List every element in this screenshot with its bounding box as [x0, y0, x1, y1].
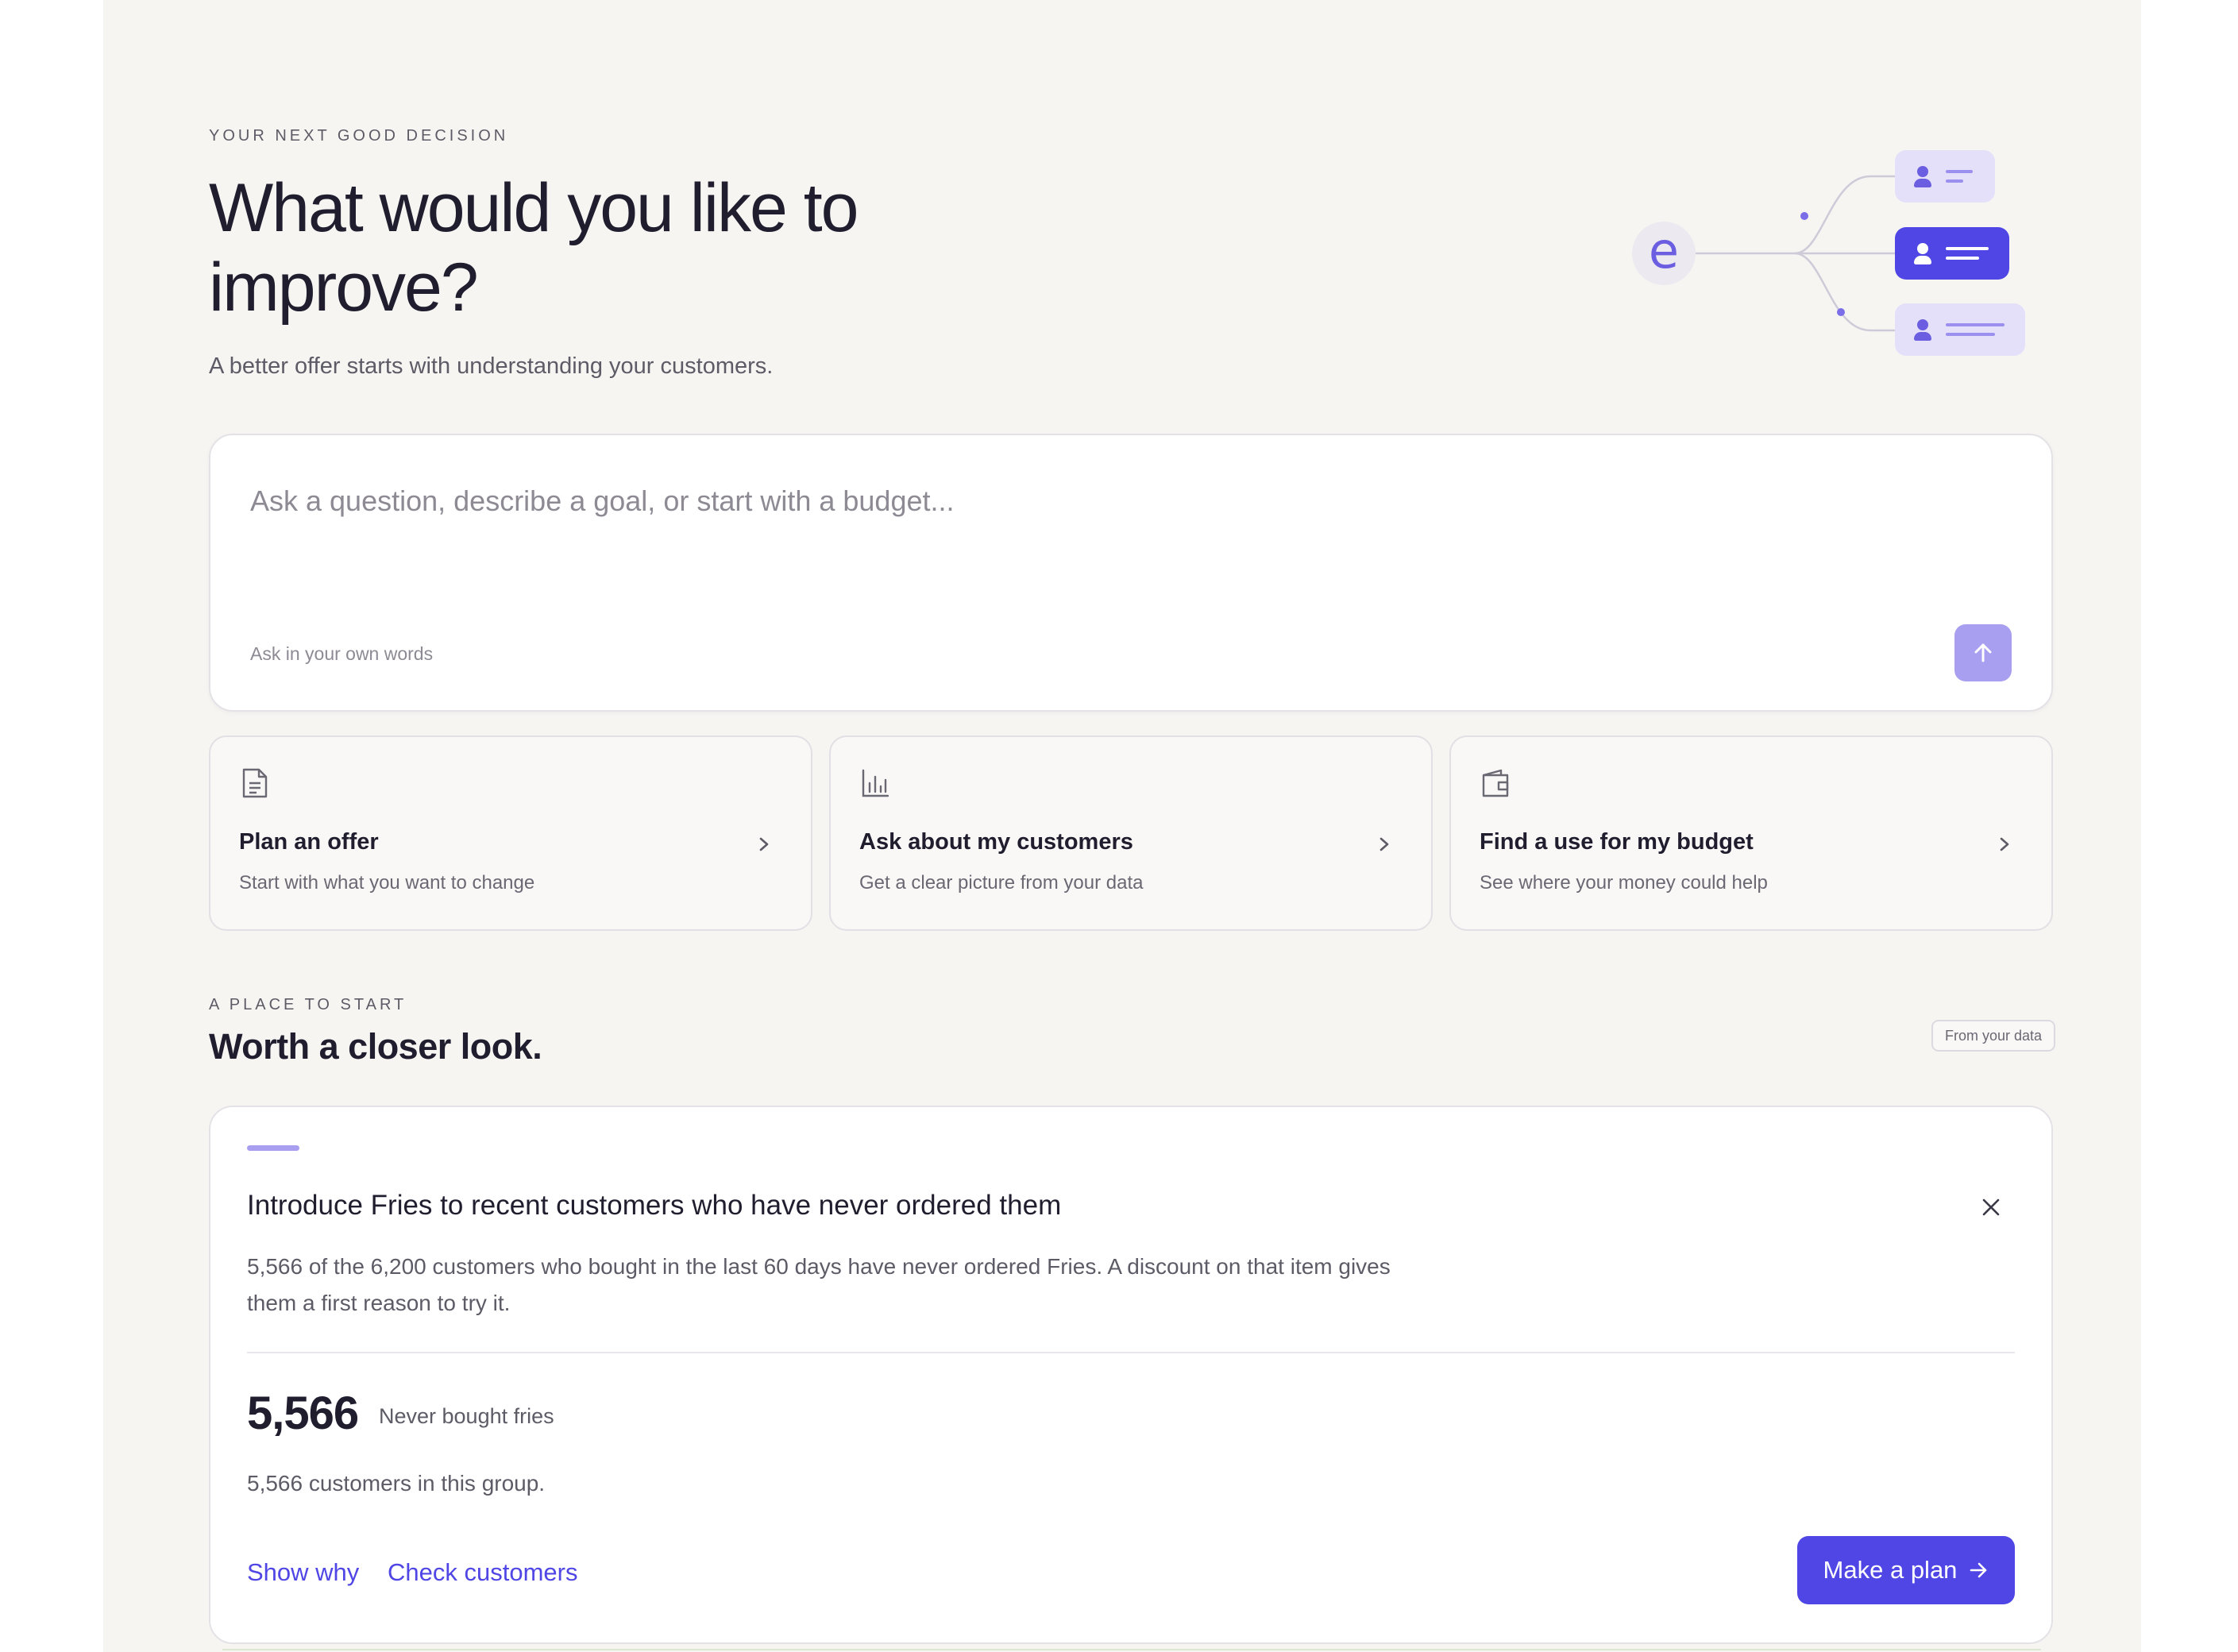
action-card-find-budget-use[interactable]: Find a use for my budget See where your … — [1449, 735, 2053, 931]
arrow-right-icon — [1970, 1562, 1987, 1578]
divider — [247, 1352, 2015, 1353]
insight-body: 5,566 of the 6,200 customers who bought … — [247, 1254, 1391, 1315]
insight-title: Introduce Fries to recent customers who … — [247, 1190, 1062, 1221]
wallet-icon — [1482, 769, 1509, 797]
metric-note: 5,566 customers in this group. — [247, 1471, 546, 1496]
audience-node-selected — [1895, 227, 2009, 280]
page-title: What would you like to improve? — [209, 170, 859, 326]
user-icon — [1912, 241, 1933, 265]
chevron-right-icon — [2000, 837, 2009, 851]
page-background: YOUR NEXT GOOD DECISION What would you l… — [103, 0, 2141, 1652]
branch-lines — [1696, 175, 1906, 332]
metric-label: Never bought fries — [379, 1404, 554, 1428]
make-plan-button[interactable]: Make a plan — [1797, 1536, 2015, 1604]
action-description: Start with what you want to change — [239, 872, 535, 894]
chevron-right-icon — [759, 837, 769, 851]
action-title: Find a use for my budget — [1480, 829, 1754, 855]
bar-chart-icon — [862, 769, 889, 797]
hero-subtitle: A better offer starts with understanding… — [209, 353, 774, 379]
audience-node — [1895, 303, 2025, 356]
metric-value: 5,566 — [247, 1388, 359, 1439]
hero-eyebrow: YOUR NEXT GOOD DECISION — [209, 127, 509, 145]
send-button[interactable] — [1954, 624, 2012, 681]
brand-logo-icon: e — [1632, 222, 1696, 285]
audience-node — [1895, 150, 1995, 203]
prompt-input[interactable] — [250, 481, 1918, 521]
document-icon — [242, 768, 268, 798]
branch-lower — [1794, 252, 1906, 332]
arrow-up-icon — [1974, 643, 1992, 662]
text-lines-icon — [1946, 170, 1973, 183]
action-card-ask-customers[interactable]: Ask about my customers Get a clear pictu… — [829, 735, 1433, 931]
prompt-box: Ask in your own words — [209, 434, 2053, 712]
next-card-edge — [222, 1649, 2041, 1650]
user-icon — [1912, 164, 1933, 188]
branch-dot-upper — [1800, 212, 1808, 220]
accent-bar — [247, 1145, 299, 1151]
user-icon — [1912, 318, 1933, 342]
make-plan-label: Make a plan — [1823, 1556, 1958, 1584]
action-description: See where your money could help — [1480, 872, 1768, 894]
chevron-right-icon — [1379, 837, 1389, 851]
source-badge: From your data — [1931, 1020, 2056, 1052]
action-title: Ask about my customers — [859, 829, 1133, 855]
insight-card: Introduce Fries to recent customers who … — [209, 1106, 2053, 1644]
text-lines-icon — [1946, 323, 2005, 336]
action-card-plan-offer[interactable]: Plan an offer Start with what you want t… — [209, 735, 812, 931]
section-title: Worth a closer look. — [209, 1026, 542, 1067]
check-customers-link[interactable]: Check customers — [388, 1558, 577, 1587]
text-lines-icon — [1946, 247, 1989, 260]
show-why-link[interactable]: Show why — [247, 1558, 359, 1587]
close-icon[interactable] — [1980, 1196, 2002, 1218]
action-description: Get a clear picture from your data — [859, 872, 1144, 894]
action-title: Plan an offer — [239, 829, 379, 855]
prompt-hint: Ask in your own words — [250, 643, 434, 664]
section-eyebrow: A PLACE TO START — [209, 996, 407, 1013]
branch-dot-lower — [1837, 308, 1845, 316]
branch-upper — [1794, 175, 1906, 255]
